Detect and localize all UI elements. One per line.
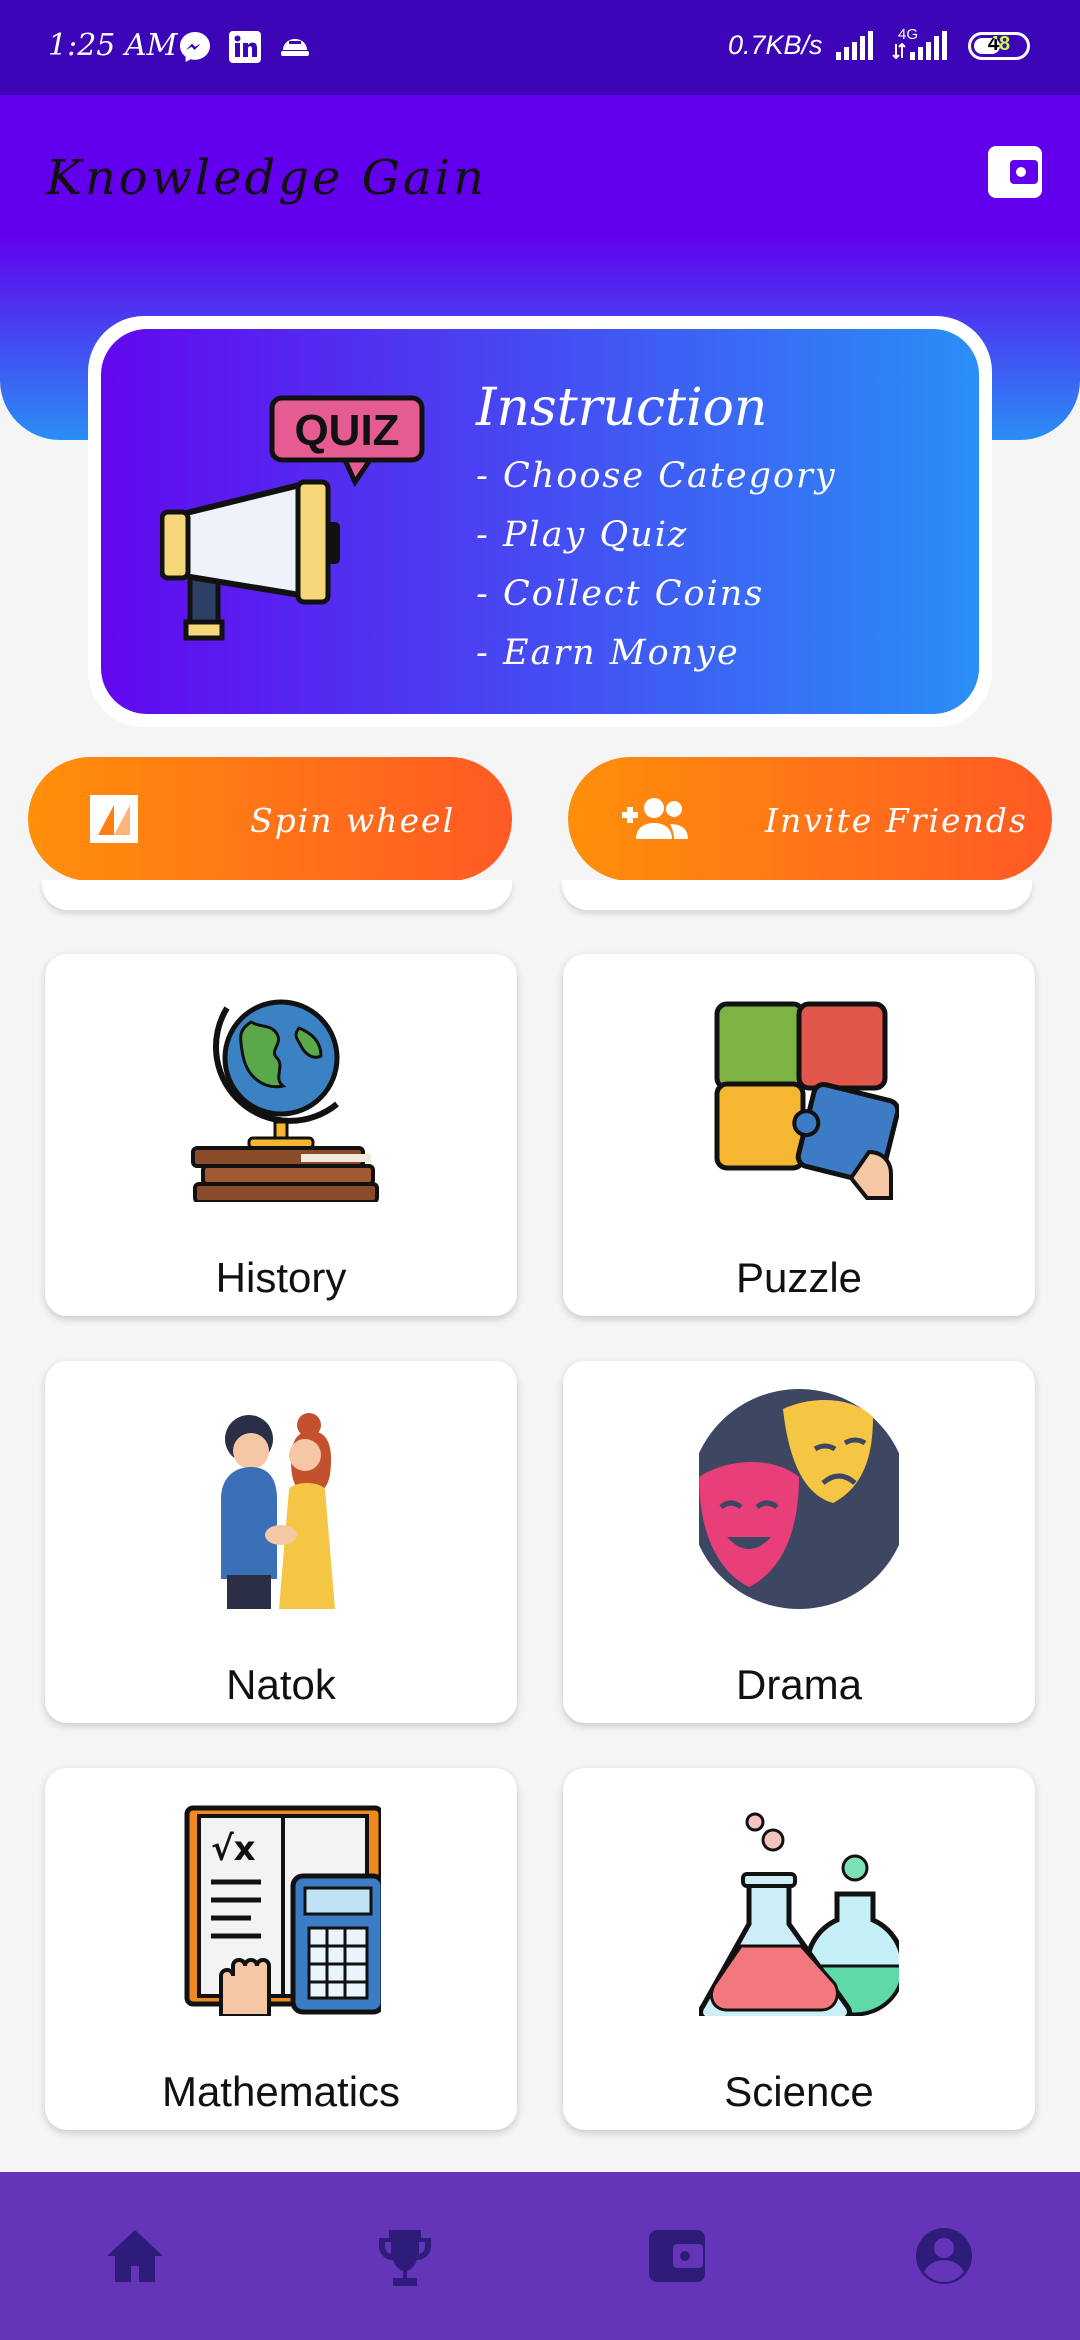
- category-card-history[interactable]: History: [45, 954, 517, 1316]
- quiz-badge: QUIZ: [294, 406, 399, 455]
- card-edge: [562, 880, 1032, 910]
- category-card-puzzle[interactable]: Puzzle: [563, 954, 1035, 1316]
- card-edge: [42, 880, 512, 910]
- linkedin-icon: [229, 31, 261, 63]
- instruction-line: - Play Quiz: [476, 515, 689, 555]
- quiz-megaphone-icon: QUIZ: [160, 395, 425, 641]
- svg-text:√x: √x: [211, 1829, 256, 1869]
- account-icon[interactable]: [912, 2224, 976, 2288]
- category-card-science[interactable]: Science: [563, 1768, 1035, 2130]
- puzzle-icon: [714, 1001, 899, 1200]
- math-book-calculator-icon: √x: [184, 1805, 381, 2016]
- category-label: History: [215, 1254, 347, 1301]
- spin-wheel-button[interactable]: Spin wheel: [28, 757, 512, 881]
- category-label: Mathematics: [161, 2068, 401, 2115]
- home-icon[interactable]: [103, 2224, 167, 2288]
- bottom-navigation: [0, 2172, 1080, 2340]
- category-card-mathematics[interactable]: √x Mathematics: [45, 1768, 517, 2130]
- wallet-icon[interactable]: [645, 2224, 709, 2288]
- theater-masks-icon: [699, 1389, 899, 1609]
- instruction-line: - Collect Coins: [476, 574, 765, 614]
- notification-icon: [281, 39, 309, 56]
- add-people-icon: [622, 798, 688, 839]
- category-label: Drama: [735, 1661, 863, 1708]
- category-label: Natok: [226, 1661, 336, 1708]
- messenger-icon: [180, 32, 210, 62]
- signal-icon: [836, 31, 873, 60]
- trophy-icon[interactable]: [373, 2224, 437, 2288]
- battery-level: 48: [987, 33, 1011, 55]
- spin-icon: [90, 795, 138, 843]
- category-card-drama[interactable]: Drama: [563, 1361, 1035, 1723]
- invite-friends-button[interactable]: Invite Friends: [568, 757, 1052, 881]
- instruction-line: - Earn Monye: [476, 633, 740, 673]
- instruction-line: - Choose Category: [476, 456, 837, 496]
- invite-friends-label: Invite Friends: [765, 801, 1028, 840]
- battery-icon: 48: [968, 32, 1030, 60]
- couple-icon: [221, 1413, 335, 1609]
- app-title: Knowledge Gain: [46, 150, 487, 206]
- status-time: 1:25 AM: [48, 28, 178, 63]
- spin-wheel-label: Spin wheel: [250, 801, 456, 840]
- net-speed: 0.7KB/s: [728, 30, 823, 60]
- lab-flasks-icon: [699, 1812, 899, 2016]
- category-card-natok[interactable]: Natok: [45, 1361, 517, 1723]
- instruction-title: Instruction: [476, 378, 768, 438]
- category-label: Science: [724, 2068, 874, 2115]
- wallet-icon[interactable]: [988, 146, 1042, 198]
- status-bar: 1:25 AM 0.7KB/s 4G 48: [0, 0, 1080, 95]
- category-label: Puzzle: [735, 1254, 863, 1301]
- globe-books-icon: [191, 999, 379, 1202]
- signal-icon-2: [892, 31, 947, 60]
